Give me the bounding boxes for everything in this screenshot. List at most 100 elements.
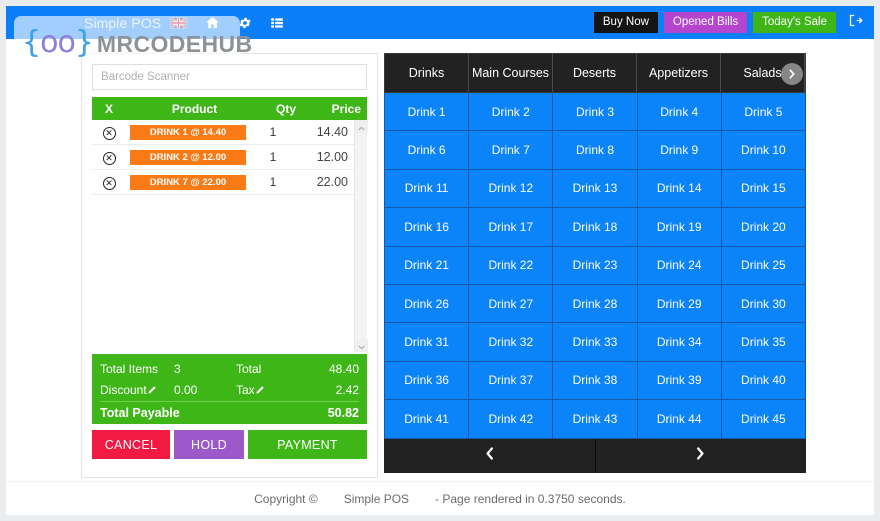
cart-scrollbar[interactable] [354, 120, 368, 352]
cart-row-product-cell: DRINK 1 @ 14.40 [126, 124, 250, 140]
product-cell[interactable]: Drink 36 [385, 361, 469, 400]
remove-circle-icon[interactable]: ✕ [102, 126, 116, 140]
cart-row-qty[interactable]: 1 [250, 175, 296, 189]
product-cell[interactable]: Drink 14 [637, 169, 721, 208]
cart-row: ✕ DRINK 7 @ 22.00 1 22.00 [92, 170, 354, 195]
logout-icon [848, 13, 863, 33]
category-tab-drinks[interactable]: Drinks [385, 54, 469, 92]
product-cell[interactable]: Drink 27 [469, 284, 553, 323]
product-cell[interactable]: Drink 28 [553, 284, 637, 323]
product-cell[interactable]: Drink 30 [721, 284, 805, 323]
remove-circle-icon[interactable]: ✕ [102, 176, 116, 190]
home-button[interactable] [196, 6, 229, 39]
product-cell[interactable]: Drink 18 [553, 208, 637, 246]
cart-table-header: X Product Qty Price [92, 97, 367, 120]
product-cell[interactable]: Drink 39 [637, 361, 721, 400]
product-cell[interactable]: Drink 45 [721, 400, 805, 438]
product-cell[interactable]: Drink 21 [385, 246, 469, 284]
cart-row-product-badge[interactable]: DRINK 7 @ 22.00 [130, 174, 246, 190]
header-actions: Buy Now Opened Bills Today's Sale [593, 6, 874, 39]
todays-sale-button[interactable]: Today's Sale [753, 12, 836, 33]
product-cell[interactable]: Drink 6 [385, 131, 469, 169]
payment-button[interactable]: PAYMENT [248, 430, 367, 459]
product-cell[interactable]: Drink 20 [721, 208, 805, 246]
product-cell[interactable]: Drink 42 [469, 400, 553, 438]
product-cell[interactable]: Drink 11 [385, 169, 469, 208]
cart-row-qty[interactable]: 1 [250, 150, 296, 164]
product-cell[interactable]: Drink 40 [721, 361, 805, 400]
cart-row-product-cell: DRINK 7 @ 22.00 [126, 174, 250, 190]
product-cell[interactable]: Drink 5 [721, 93, 805, 131]
barcode-scanner-input[interactable] [92, 64, 367, 90]
product-cell[interactable]: Drink 44 [637, 400, 721, 438]
product-cell[interactable]: Drink 37 [469, 361, 553, 400]
cancel-button[interactable]: CANCEL [92, 430, 170, 459]
menu-list-button[interactable] [261, 6, 293, 39]
product-cell[interactable]: Drink 9 [637, 131, 721, 169]
product-cell[interactable]: Drink 35 [721, 323, 805, 361]
product-cell[interactable]: Drink 43 [553, 400, 637, 438]
product-cell[interactable]: Drink 29 [637, 284, 721, 323]
product-cell[interactable]: Drink 2 [469, 93, 553, 131]
totals-row-discount-tax: Discount 0.00 Tax 2.42 [100, 379, 359, 400]
cart-row-product-cell: DRINK 2 @ 12.00 [126, 149, 250, 165]
cart-row-product-badge[interactable]: DRINK 2 @ 12.00 [130, 149, 246, 165]
product-cell[interactable]: Drink 31 [385, 323, 469, 361]
cart-row-qty[interactable]: 1 [250, 125, 296, 139]
grid-previous-page-button[interactable] [384, 438, 596, 473]
settings-button[interactable] [229, 6, 261, 39]
product-cell[interactable]: Drink 15 [721, 169, 805, 208]
category-scroll-right-button[interactable] [781, 63, 803, 85]
page-footer: Copyright © Simple POS - Page rendered i… [6, 481, 874, 515]
cart-action-buttons: CANCEL HOLD PAYMENT [92, 430, 367, 459]
remove-circle-icon[interactable]: ✕ [102, 151, 116, 165]
discount-pencil-icon[interactable] [148, 383, 157, 397]
product-cell[interactable]: Drink 1 [385, 93, 469, 131]
product-cell[interactable]: Drink 13 [553, 169, 637, 208]
cart-scroll-down-button[interactable] [355, 339, 368, 352]
product-cell[interactable]: Drink 4 [637, 93, 721, 131]
product-cell[interactable]: Drink 8 [553, 131, 637, 169]
product-cell[interactable]: Drink 25 [721, 246, 805, 284]
product-cell[interactable]: Drink 19 [637, 208, 721, 246]
product-cell[interactable]: Drink 3 [553, 93, 637, 131]
products-panel: Drinks Main Courses Deserts Appetizers Salad… [384, 53, 806, 478]
cart-col-qty: Qty [275, 101, 296, 116]
category-tab-appetizers[interactable]: Appetizers [637, 54, 721, 92]
buy-now-button[interactable]: Buy Now [593, 12, 658, 33]
category-tab-deserts[interactable]: Deserts [553, 54, 637, 92]
grid-next-page-button[interactable] [596, 439, 807, 473]
hold-button[interactable]: HOLD [174, 430, 244, 459]
product-cell[interactable]: Drink 23 [553, 246, 637, 284]
totals-panel: Total Items 3 Total 48.40 Discount 0.00 … [92, 354, 367, 424]
cart-row: ✕ DRINK 2 @ 12.00 1 12.00 [92, 145, 354, 170]
cart-row-price: 12.00 [316, 150, 348, 164]
product-cell[interactable]: Drink 26 [385, 284, 469, 323]
chevron-right-icon [696, 447, 705, 464]
main-content: X Product Qty Price ✕ DRINK 1 @ 14.40 1 14.… [6, 39, 874, 481]
product-cell[interactable]: Drink 16 [385, 208, 469, 246]
opened-bills-button[interactable]: Opened Bills [663, 12, 748, 33]
chevron-left-icon [485, 447, 494, 464]
product-cell[interactable]: Drink 10 [721, 131, 805, 169]
product-cell[interactable]: Drink 38 [553, 361, 637, 400]
total-items-value: 3 [174, 361, 181, 376]
cart-row-product-badge[interactable]: DRINK 1 @ 14.40 [130, 124, 246, 140]
product-cell[interactable]: Drink 34 [637, 323, 721, 361]
category-tab-main-courses[interactable]: Main Courses [469, 54, 553, 92]
product-cell[interactable]: Drink 22 [469, 246, 553, 284]
product-grid-pager [384, 438, 807, 473]
product-cell[interactable]: Drink 12 [469, 169, 553, 208]
product-cell[interactable]: Drink 32 [469, 323, 553, 361]
product-cell[interactable]: Drink 41 [385, 400, 469, 438]
language-flag-button[interactable] [161, 6, 196, 39]
cart-scroll-up-button[interactable] [355, 120, 368, 133]
tax-value: 2.42 [335, 382, 359, 397]
tax-label-group: Tax [236, 383, 288, 397]
product-cell[interactable]: Drink 7 [469, 131, 553, 169]
logout-button[interactable] [842, 6, 868, 39]
tax-pencil-icon[interactable] [256, 383, 265, 397]
product-cell[interactable]: Drink 24 [637, 246, 721, 284]
product-cell[interactable]: Drink 17 [469, 208, 553, 246]
product-cell[interactable]: Drink 33 [553, 323, 637, 361]
